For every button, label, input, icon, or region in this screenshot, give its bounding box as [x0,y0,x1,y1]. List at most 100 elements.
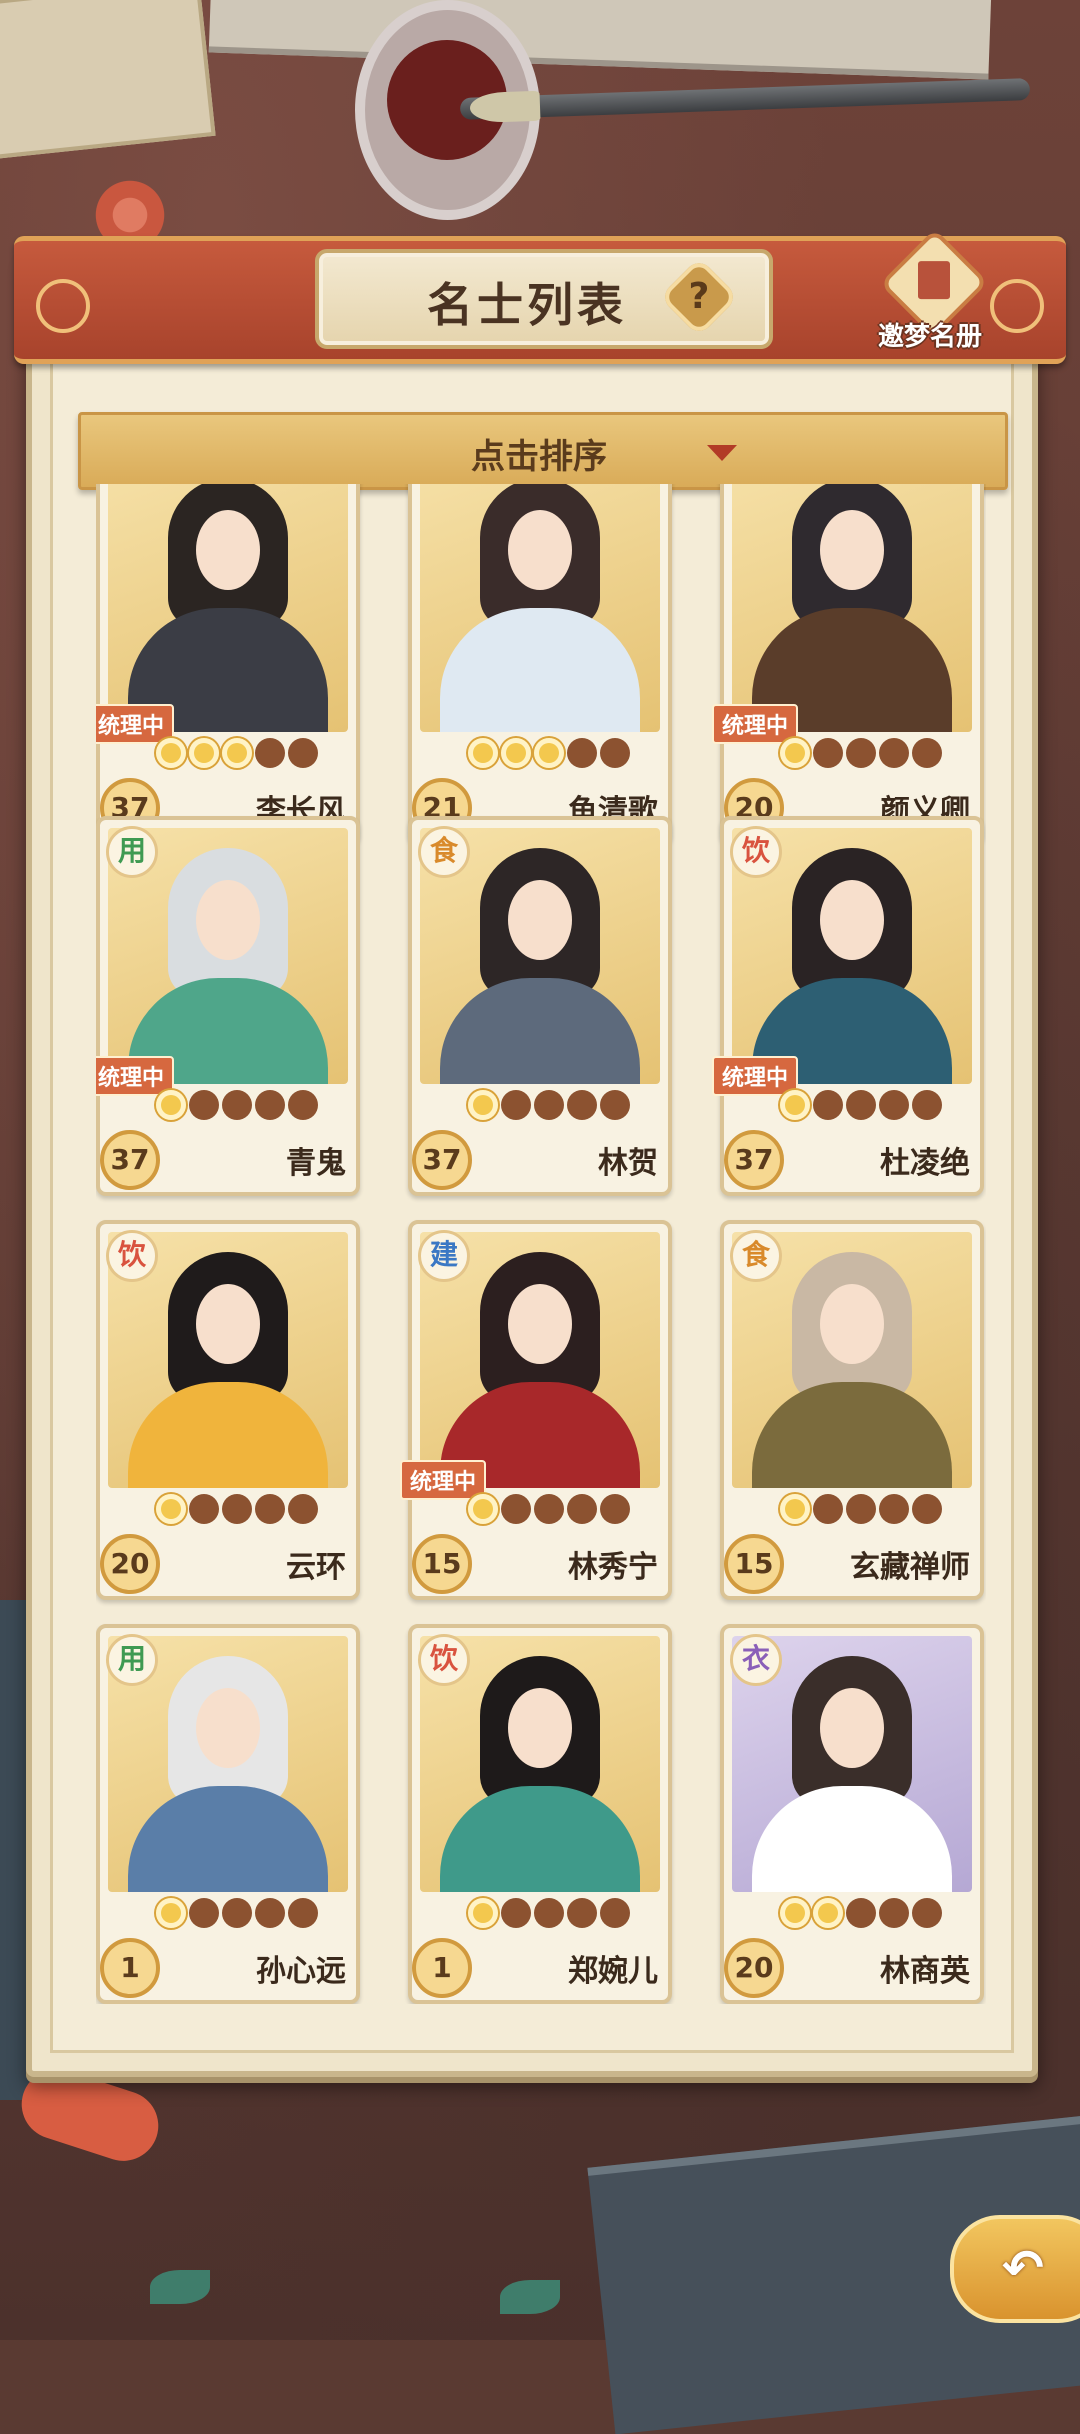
level-badge: 20 [100,1534,160,1594]
character-portrait [108,484,348,732]
ornament-icon [24,267,102,345]
paper-decoration [0,0,216,160]
category-badge: 饮 [106,1230,158,1282]
star-empty-icon [189,1494,219,1524]
star-empty-icon [567,1898,597,1928]
star-empty-icon [879,1898,909,1928]
star-empty-icon [600,1494,630,1524]
character-card[interactable]: 衣 20 林商英 [720,1624,984,2004]
star-empty-icon [879,738,909,768]
star-empty-icon [912,1494,942,1524]
level-badge: 20 [724,1938,784,1998]
star-empty-icon [846,738,876,768]
dream-book-button[interactable]: 邀梦名册 [870,228,990,355]
character-name: 玄藏禅师 [850,1550,970,1585]
star-empty-icon [813,1494,843,1524]
star-empty-icon [255,1090,285,1120]
character-name: 林贺 [598,1146,658,1181]
character-portrait [732,484,972,732]
character-card[interactable]: 饮 20 云环 [96,1220,360,1600]
star-empty-icon [255,738,285,768]
star-empty-icon [222,1090,252,1120]
title-plaque: 名士列表 ? [315,249,773,349]
character-name: 郑婉儿 [568,1954,658,1989]
star-empty-icon [846,1494,876,1524]
character-card[interactable]: 饮统理中 37 杜凌绝 [712,816,984,1196]
ornament-icon [978,267,1056,345]
character-name: 云环 [286,1550,346,1585]
help-button[interactable]: ? [659,257,739,337]
character-card[interactable]: 用统理中 37 青鬼 [96,816,360,1196]
character-card[interactable]: 饮 1 郑婉儿 [408,1624,672,2004]
character-card[interactable]: 食 37 林贺 [408,816,672,1196]
category-badge: 用 [106,826,158,878]
star-filled-icon [156,1898,186,1928]
star-rating [156,1090,318,1124]
category-badge: 饮 [418,1634,470,1686]
character-card[interactable]: 统理中 20 颜义卿 [712,484,984,844]
star-filled-icon [780,1090,810,1120]
star-empty-icon [846,1898,876,1928]
star-empty-icon [879,1494,909,1524]
star-empty-icon [501,1090,531,1120]
star-empty-icon [222,1494,252,1524]
category-badge: 衣 [730,1634,782,1686]
star-empty-icon [567,1090,597,1120]
category-badge: 用 [106,1634,158,1686]
character-name: 林商英 [880,1954,970,1989]
star-empty-icon [222,1898,252,1928]
star-empty-icon [501,1898,531,1928]
page-title: 名士列表 [427,278,627,332]
sort-label: 点击排序 [471,437,607,477]
star-empty-icon [534,1090,564,1120]
character-name: 林秀宁 [568,1550,658,1585]
star-rating [780,1898,942,1932]
character-grid: 统理中 37 李长风 21 鱼清歌 统理中 20 颜义卿用统理中 37 青鬼食 37 林贺饮统理中 37… [96,484,986,2004]
category-badge: 食 [730,1230,782,1282]
sort-button[interactable]: 点击排序 [78,412,1008,490]
star-filled-icon [780,1494,810,1524]
star-empty-icon [600,1090,630,1120]
star-empty-icon [255,1494,285,1524]
star-rating [156,738,318,772]
star-empty-icon [912,1898,942,1928]
question-icon: ? [688,276,710,317]
back-button[interactable]: ↶ [950,2215,1080,2323]
star-empty-icon [255,1898,285,1928]
character-card[interactable]: 食 15 玄藏禅师 [720,1220,984,1600]
star-filled-icon [189,738,219,768]
star-empty-icon [846,1090,876,1120]
star-empty-icon [189,1090,219,1120]
level-badge: 1 [100,1938,160,1998]
character-card[interactable]: 21 鱼清歌 [408,484,672,844]
level-badge: 1 [412,1938,472,1998]
star-empty-icon [912,738,942,768]
triangle-down-icon [707,445,737,461]
star-empty-icon [567,1494,597,1524]
level-badge: 15 [412,1534,472,1594]
star-empty-icon [288,738,318,768]
leaf-decoration [500,2280,560,2314]
star-filled-icon [501,738,531,768]
level-badge: 37 [100,1130,160,1190]
paper-decoration [208,0,992,80]
star-filled-icon [222,738,252,768]
star-rating [780,738,942,772]
star-filled-icon [468,1494,498,1524]
character-card[interactable]: 统理中 37 李长风 [96,484,360,844]
star-rating [156,1494,318,1528]
star-rating [780,1090,942,1124]
star-rating [468,1898,630,1932]
character-portrait [420,484,660,732]
brush-decoration [459,78,1031,120]
star-filled-icon [534,738,564,768]
star-rating [156,1898,318,1932]
character-name: 孙心远 [256,1954,346,1989]
category-badge: 饮 [730,826,782,878]
level-badge: 37 [724,1130,784,1190]
character-card[interactable]: 建统理中 15 林秀宁 [400,1220,672,1600]
star-filled-icon [780,738,810,768]
star-empty-icon [288,1090,318,1120]
star-empty-icon [534,1898,564,1928]
character-card[interactable]: 用 1 孙心远 [96,1624,360,2004]
